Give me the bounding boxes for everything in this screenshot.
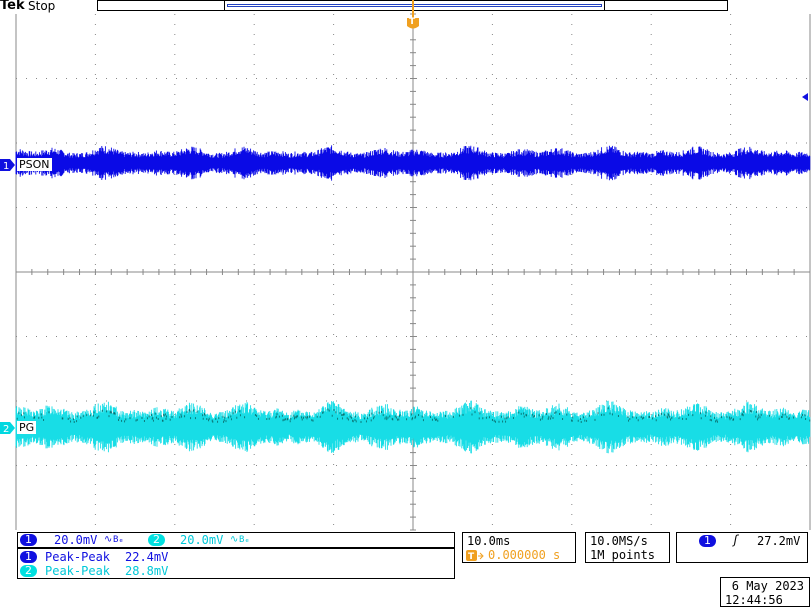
trigger-slope-icon: ʃ (732, 533, 740, 547)
measurement-1-value: 22.4mV (125, 550, 169, 564)
trigger-position-icon: T (466, 550, 484, 562)
datetime-panel: 6 May 2023 12:44:56 (720, 577, 810, 607)
wave1-trace (15, 145, 811, 181)
graticule (15, 13, 811, 531)
measurement-2-channel-badge: 2 (20, 565, 37, 577)
measurement-1-name: Peak-Peak (45, 550, 111, 564)
svg-text:2: 2 (3, 424, 9, 435)
channel-2-scale: 20.0mV (180, 533, 224, 547)
trigger-level: 27.2mV (757, 534, 801, 548)
channel-1-bandwidth-icon: Bₑ (113, 535, 124, 545)
measurement-2-value: 28.8mV (125, 564, 169, 578)
channel-2-badge[interactable]: 2 (148, 534, 165, 546)
channel-1-coupling-icon: ∿ (104, 534, 113, 545)
grid-lines (15, 13, 811, 531)
date: 6 May 2023 (731, 579, 804, 593)
channel-1-waveform (15, 145, 811, 181)
trigger-marker-label: T (409, 17, 416, 27)
channel-1-ground-marker-icon[interactable]: 1 (0, 158, 16, 172)
channel-scale-panel[interactable]: 1 20.0mV ∿ Bₑ 2 20.0mV ∿ Bₑ (17, 532, 455, 548)
trigger-panel[interactable]: 1 ʃ 27.2mV (676, 532, 808, 563)
trigger-level-arrow-icon[interactable] (800, 92, 810, 102)
channel-1-scale: 20.0mV (54, 533, 98, 547)
channel-2-ground-marker-icon[interactable]: 2 (0, 421, 16, 435)
measurement-2-name: Peak-Peak (45, 564, 111, 578)
channel-2-bandwidth-icon: Bₑ (239, 535, 250, 545)
svg-text:1: 1 (3, 161, 9, 172)
channel-1-badge[interactable]: 1 (20, 534, 37, 546)
channel-2-coupling-icon: ∿ (230, 534, 239, 545)
timebase-panel[interactable]: 10.0ms T 0.000000 s (462, 532, 576, 563)
record-length: 1M points (590, 548, 656, 562)
measurements-panel[interactable]: 1 Peak-Peak 22.4mV 2 Peak-Peak 28.8mV (17, 548, 455, 579)
channel-2-waveform-label: PG (17, 421, 37, 434)
measurement-1-channel-badge: 1 (20, 551, 37, 563)
svg-text:T: T (468, 552, 475, 562)
acquisition-panel[interactable]: 10.0MS/s 1M points (585, 532, 670, 563)
time: 12:44:56 (725, 593, 783, 607)
trigger-position-value: 0.000000 s (488, 548, 561, 562)
trigger-source-badge: 1 (699, 535, 716, 547)
timebase-scale: 10.0ms (467, 534, 511, 548)
sample-rate: 10.0MS/s (590, 534, 648, 548)
channel-1-waveform-label: PSON (17, 158, 52, 171)
